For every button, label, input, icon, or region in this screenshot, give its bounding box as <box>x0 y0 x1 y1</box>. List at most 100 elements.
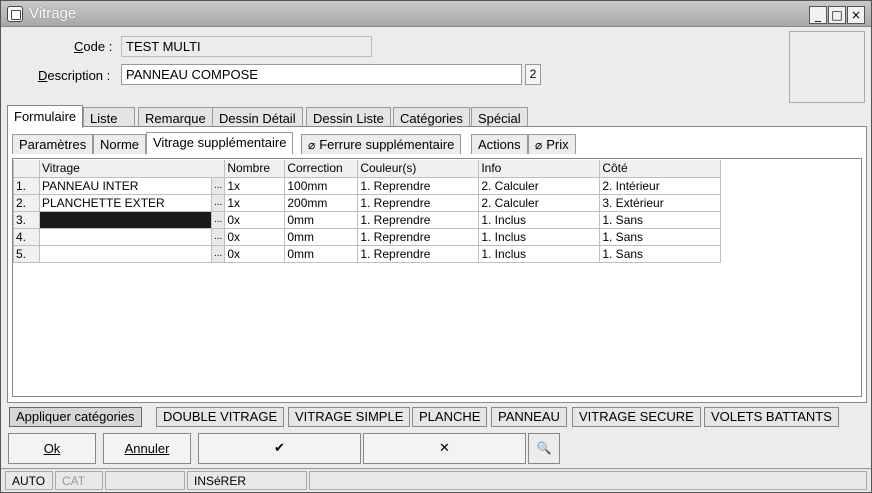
info-cell[interactable]: 1. Inclus <box>478 244 601 263</box>
row-number: 5. <box>13 244 40 263</box>
table-row[interactable]: 4. ... 0x 0mm 1. Reprendre 1. Inclus 1. … <box>13 227 722 246</box>
grid-header-index <box>13 160 40 178</box>
vitrage-cell[interactable]: PANNEAU INTER <box>39 176 212 195</box>
couleur-cell[interactable]: 1. Reprendre <box>357 210 480 229</box>
vitrage-window: Vitrage _ □ × Code : TEST MULTI Descript… <box>0 0 872 493</box>
status-cat: CAT <box>55 471 103 490</box>
subtab-actions[interactable]: Actions <box>471 134 528 154</box>
vitrage-cell[interactable] <box>39 244 212 263</box>
category-vitrage-secure-button[interactable]: VITRAGE SECURE <box>572 407 701 427</box>
tab-dessin-detail[interactable]: Dessin Détail <box>212 107 303 128</box>
minimize-button[interactable]: _ <box>809 6 827 24</box>
category-planche-button[interactable]: PLANCHE <box>412 407 488 427</box>
cote-cell[interactable]: 3. Extérieur <box>599 193 722 212</box>
table-row[interactable]: 2. PLANCHETTE EXTER ... 1x 200mm 1. Repr… <box>13 193 722 212</box>
tab-special[interactable]: Spécial <box>471 107 528 128</box>
browse-button[interactable]: ... <box>210 176 226 195</box>
correction-cell[interactable]: 0mm <box>284 244 359 263</box>
maximize-button[interactable]: □ <box>828 6 846 24</box>
grid-header-couleurs[interactable]: Couleur(s) <box>357 160 480 178</box>
cancel-edit-button[interactable]: ✕ <box>363 433 526 464</box>
couleur-cell[interactable]: 1. Reprendre <box>357 227 480 246</box>
vitrage-grid: Vitrage Nombre Correction Couleur(s) Inf… <box>13 160 722 263</box>
tab-remarque[interactable]: Remarque <box>138 107 213 128</box>
subtab-norme[interactable]: Norme <box>93 134 147 154</box>
browse-button[interactable]: ... <box>210 244 226 263</box>
category-double-vitrage-button[interactable]: DOUBLE VITRAGE <box>156 407 285 427</box>
vitrage-cell[interactable]: PLANCHETTE EXTER <box>39 193 212 212</box>
info-cell[interactable]: 2. Calculer <box>478 176 601 195</box>
couleur-cell[interactable]: 1. Reprendre <box>357 244 480 263</box>
code-field[interactable]: TEST MULTI <box>121 36 372 57</box>
vitrage-cell-selected[interactable] <box>39 210 212 229</box>
couleur-cell[interactable]: 1. Reprendre <box>357 176 480 195</box>
browse-button[interactable]: ... <box>210 227 226 246</box>
status-insert: INSéRER <box>187 471 307 490</box>
couleur-cell[interactable]: 1. Reprendre <box>357 193 480 212</box>
nombre-cell[interactable]: 1x <box>224 193 286 212</box>
subtab-prix[interactable]: ⌀ Prix <box>528 134 576 154</box>
row-number: 2. <box>13 193 40 212</box>
grid-header-row: Vitrage Nombre Correction Couleur(s) Inf… <box>13 160 722 178</box>
table-row[interactable]: 3. ... 0x 0mm 1. Reprendre 1. Inclus 1. … <box>13 210 722 229</box>
status-mode: AUTO <box>5 471 53 490</box>
tab-liste[interactable]: Liste <box>83 107 135 128</box>
correction-cell[interactable]: 0mm <box>284 227 359 246</box>
cote-cell[interactable]: 1. Sans <box>599 210 722 229</box>
paperclip-icon: ⌀ <box>535 138 543 152</box>
cote-cell[interactable]: 1. Sans <box>599 244 722 263</box>
grid-header-cote[interactable]: Côté <box>599 160 722 178</box>
subtab-ferrure-supplementaire[interactable]: ⌀ Ferrure supplémentaire <box>301 134 462 154</box>
nombre-cell[interactable]: 1x <box>224 176 286 195</box>
category-panneau-button[interactable]: PANNEAU <box>491 407 567 427</box>
subtab-parametres[interactable]: Paramètres <box>12 134 94 154</box>
image-preview <box>789 31 865 103</box>
nombre-cell[interactable]: 0x <box>224 227 286 246</box>
grid-header-info[interactable]: Info <box>478 160 601 178</box>
grid-header-correction[interactable]: Correction <box>284 160 359 178</box>
ok-button[interactable]: Ok <box>8 433 96 464</box>
close-button[interactable]: × <box>847 6 865 24</box>
row-number: 1. <box>13 176 40 195</box>
grid-header-nombre[interactable]: Nombre <box>224 160 286 178</box>
status-bar: AUTO CAT INSéRER <box>1 468 871 492</box>
tab-formulaire[interactable]: Formulaire <box>7 105 84 128</box>
table-row[interactable]: 5. ... 0x 0mm 1. Reprendre 1. Inclus 1. … <box>13 244 722 263</box>
binoculars-icon[interactable]: 🔍 <box>528 433 560 464</box>
validate-button[interactable]: ✔ <box>198 433 361 464</box>
table-row[interactable]: 1. PANNEAU INTER ... 1x 100mm 1. Reprend… <box>13 176 722 195</box>
info-cell[interactable]: 2. Calculer <box>478 193 601 212</box>
category-vitrage-simple-button[interactable]: VITRAGE SIMPLE <box>288 407 411 427</box>
cote-cell[interactable]: 2. Intérieur <box>599 176 722 195</box>
info-cell[interactable]: 1. Inclus <box>478 227 601 246</box>
window-title: Vitrage <box>29 5 77 22</box>
row-number: 4. <box>13 227 40 246</box>
tab-dessin-liste[interactable]: Dessin Liste <box>306 107 391 128</box>
info-cell[interactable]: 1. Inclus <box>478 210 601 229</box>
paperclip-icon: ⌀ <box>308 138 316 152</box>
row-number: 3. <box>13 210 40 229</box>
browse-button[interactable]: ... <box>210 193 226 212</box>
vitrage-cell[interactable] <box>39 227 212 246</box>
app-icon <box>7 6 23 22</box>
description-language-count[interactable]: 2 <box>525 64 541 85</box>
annuler-button[interactable]: Annuler <box>103 433 191 464</box>
browse-button[interactable]: ... <box>210 210 226 229</box>
nombre-cell[interactable]: 0x <box>224 210 286 229</box>
correction-cell[interactable]: 0mm <box>284 210 359 229</box>
grid-header-vitrage[interactable]: Vitrage <box>38 160 226 178</box>
status-message <box>309 471 867 490</box>
correction-cell[interactable]: 100mm <box>284 176 359 195</box>
category-volets-battants-button[interactable]: VOLETS BATTANTS <box>704 407 839 427</box>
description-label: Description : <box>38 68 111 83</box>
cote-cell[interactable]: 1. Sans <box>599 227 722 246</box>
description-field[interactable]: PANNEAU COMPOSE <box>121 64 522 85</box>
title-bar: Vitrage _ □ × <box>1 1 871 27</box>
tab-categories[interactable]: Catégories <box>393 107 470 128</box>
apply-categories-button[interactable]: Appliquer catégories <box>9 407 142 427</box>
code-label: Code : <box>74 39 113 54</box>
subtab-vitrage-supplementaire[interactable]: Vitrage supplémentaire <box>146 132 294 154</box>
status-empty <box>105 471 185 490</box>
correction-cell[interactable]: 200mm <box>284 193 359 212</box>
nombre-cell[interactable]: 0x <box>224 244 286 263</box>
